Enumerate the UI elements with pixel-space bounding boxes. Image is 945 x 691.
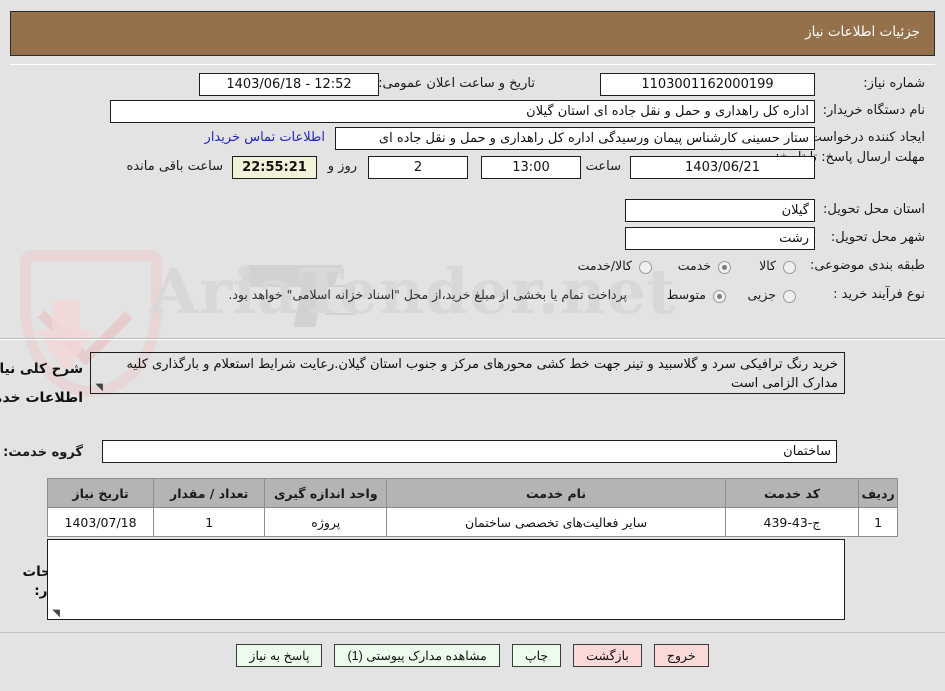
table-header-row: ردیف کد خدمت نام خدمت واحد اندازه گیری ت…	[46, 478, 898, 508]
service-group-label: گروه خدمت:	[3, 445, 83, 460]
radio-category-kala-khedmat-label: کالا/خدمت	[577, 258, 632, 273]
col-service-code: کد خدمت	[724, 478, 860, 508]
cell-need-date: 1403/07/18	[46, 507, 155, 537]
view-attachments-button[interactable]: مشاهده مدارک پیوستی (1)	[334, 644, 500, 667]
announcement-label: تاریخ و ساعت اعلان عمومی:	[378, 76, 535, 91]
back-button[interactable]: بازگشت	[573, 644, 642, 667]
buyer-notes-textarea[interactable]: ◥	[47, 539, 845, 620]
service-group-value: ساختمان	[102, 440, 837, 463]
deadline-label: مهلت ارسال پاسخ: تا تاریخ:	[775, 150, 925, 165]
hour-label: ساعت	[585, 159, 621, 174]
table-row[interactable]: 1 ج-43-439 سایر فعالیت‌های تخصصی ساختمان…	[46, 507, 898, 537]
announcement-value: 12:52 - 1403/06/18	[199, 73, 379, 96]
print-button[interactable]: چاپ	[511, 644, 562, 667]
cell-service-code: ج-43-439	[724, 507, 860, 537]
city-value: رشت	[625, 227, 815, 250]
radio-process-jozi[interactable]	[783, 290, 796, 303]
radio-process-jozi-label: جزیی	[747, 287, 776, 302]
col-quantity: تعداد / مقدار	[153, 478, 266, 508]
need-number-label: شماره نیاز:	[863, 76, 925, 91]
remaining-days-value: 2	[368, 156, 468, 179]
buyer-org-label: نام دستگاه خریدار:	[822, 103, 925, 118]
col-index: ردیف	[858, 478, 898, 508]
need-details-form: شماره نیاز: 1103001162000199 تاریخ و ساع…	[10, 64, 935, 335]
radio-process-motevaset-label: متوسط	[666, 287, 706, 302]
remaining-time-countdown: 22:55:21	[232, 156, 317, 179]
services-section-title: اطلاعات خدمات مورد نیاز	[0, 390, 83, 406]
province-value: گیلان	[625, 199, 815, 222]
col-unit: واحد اندازه گیری	[264, 478, 388, 508]
window-titlebar: جزئیات اطلاعات نیاز	[10, 11, 935, 56]
radio-category-khedmat[interactable]	[718, 261, 731, 274]
description-label: شرح کلی نیاز:	[0, 361, 83, 377]
province-label: استان محل تحویل:	[823, 202, 925, 217]
radio-category-khedmat-label: خدمت	[677, 258, 711, 273]
remaining-suffix-label: ساعت باقی مانده	[126, 159, 223, 174]
buyer-contact-link[interactable]: اطلاعات تماس خریدار	[205, 130, 325, 145]
radio-category-kala-label: کالا	[759, 258, 776, 273]
category-label: طبقه بندی موضوعی:	[809, 258, 925, 273]
exit-button[interactable]: خروج	[653, 644, 709, 667]
days-and-label: روز و	[327, 159, 357, 174]
process-label: نوع فرآیند خرید :	[833, 287, 925, 302]
buyer-org-value: اداره کل راهداری و حمل و نقل جاده ای است…	[110, 100, 815, 123]
services-table: ردیف کد خدمت نام خدمت واحد اندازه گیری ت…	[46, 478, 898, 537]
radio-process-motevaset[interactable]	[713, 290, 726, 303]
resize-grip-icon[interactable]: ◥	[94, 383, 103, 393]
notes-resize-grip-icon[interactable]: ◥	[51, 609, 60, 619]
requester-value: ستار حسینی کارشناس پیمان ورسیدگی اداره ک…	[335, 127, 815, 150]
treasury-note: پرداخت تمام یا بخشی از مبلغ خرید،از محل …	[228, 287, 627, 302]
cell-quantity: 1	[153, 507, 266, 537]
description-value: خرید رنگ ترافیکی سرد و گلاسبید و تینر جه…	[126, 357, 839, 391]
page-title: جزئیات اطلاعات نیاز	[805, 24, 920, 40]
requester-label: ایجاد کننده درخواست:	[805, 130, 925, 145]
description-textarea[interactable]: خرید رنگ ترافیکی سرد و گلاسبید و تینر جه…	[90, 352, 845, 394]
page-root: AriaTender.net جزئیات اطلاعات نیاز شماره…	[0, 0, 945, 691]
cell-unit: پروژه	[264, 507, 388, 537]
col-service-name: نام خدمت	[386, 478, 726, 508]
radio-category-kala-khedmat[interactable]	[639, 261, 652, 274]
footer-divider	[0, 632, 945, 633]
buyer-notes-value	[48, 540, 844, 546]
section-divider	[0, 338, 945, 340]
cell-service-name: سایر فعالیت‌های تخصصی ساختمان	[386, 507, 726, 537]
deadline-date-value: 1403/06/21	[630, 156, 815, 179]
respond-to-need-button[interactable]: پاسخ به نیاز	[236, 644, 323, 667]
city-label: شهر محل تحویل:	[830, 230, 925, 245]
footer-button-bar: پاسخ به نیاز مشاهده مدارک پیوستی (1) چاپ…	[0, 644, 945, 667]
radio-category-kala[interactable]	[783, 261, 796, 274]
col-need-date: تاریخ نیاز	[46, 478, 155, 508]
need-number-value: 1103001162000199	[600, 73, 815, 96]
deadline-time-value: 13:00	[481, 156, 581, 179]
cell-index: 1	[858, 507, 898, 537]
